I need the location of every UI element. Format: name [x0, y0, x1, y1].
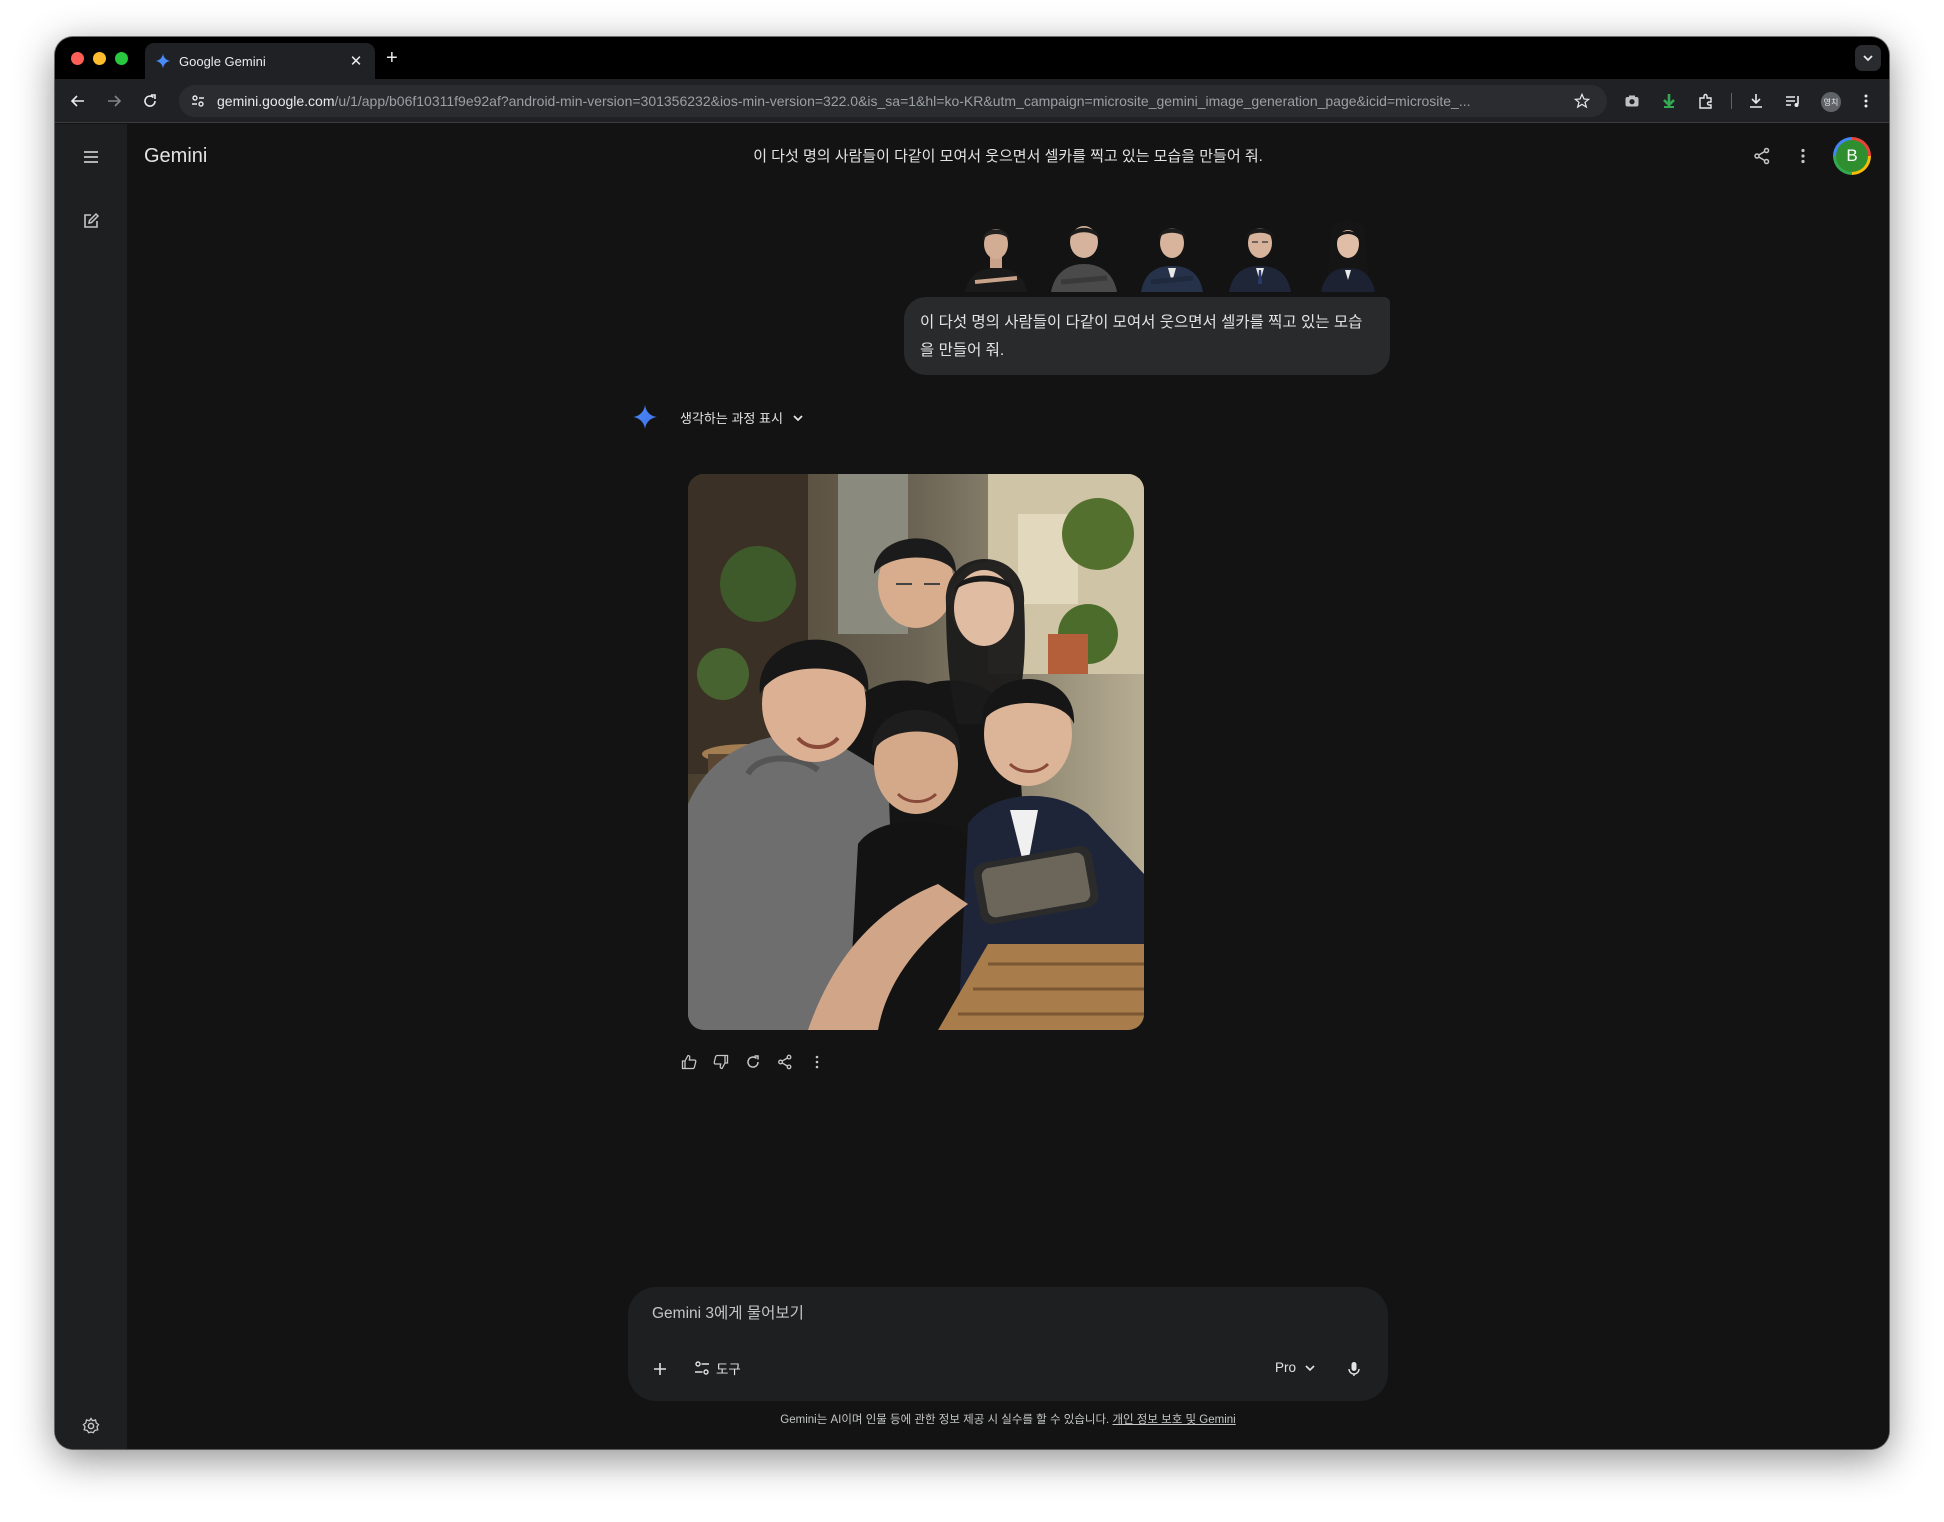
edit-icon	[84, 212, 100, 228]
thumb-down-icon	[713, 1054, 729, 1070]
url-text: gemini.google.com/u/1/app/b06f10311f9e92…	[217, 93, 1561, 109]
tab-strip: Google Gemini ✕ +	[55, 37, 1889, 79]
new-tab-button[interactable]: +	[386, 47, 398, 69]
media-controls-button[interactable]	[1782, 90, 1804, 112]
green-download-icon	[1663, 94, 1675, 108]
show-thinking-toggle[interactable]: 생각하는 과정 표시	[680, 408, 805, 427]
address-bar[interactable]: gemini.google.com/u/1/app/b06f10311f9e92…	[179, 85, 1607, 117]
browser-toolbar: gemini.google.com/u/1/app/b06f10311f9e92…	[55, 79, 1889, 123]
more-options-button[interactable]	[807, 1052, 827, 1072]
puzzle-icon	[1699, 93, 1712, 109]
new-chat-button[interactable]	[78, 208, 104, 234]
good-response-button[interactable]	[679, 1052, 699, 1072]
disclaimer-text: Gemini는 AI이며 인물 등에 관한 정보 제공 시 실수를 할 수 있습…	[55, 1411, 1889, 1427]
back-button[interactable]	[67, 90, 89, 112]
thumb-up-icon	[681, 1054, 697, 1070]
chevron-down-icon	[793, 414, 803, 421]
playlist-icon	[1786, 96, 1799, 107]
tab-title: Google Gemini	[179, 53, 266, 69]
prompt-input-box: 도구 Pro	[628, 1287, 1388, 1401]
response-actions	[679, 1052, 827, 1072]
vertical-dots-icon	[1801, 148, 1805, 164]
site-info-icon[interactable]	[187, 90, 209, 112]
regenerate-button[interactable]	[743, 1052, 763, 1072]
browser-menu-button[interactable]	[1855, 90, 1877, 112]
user-message-bubble: 이 다섯 명의 사람들이 다같이 모여서 웃으면서 셀카를 찍고 있는 모습을 …	[904, 297, 1390, 375]
tools-label: 도구	[716, 1362, 741, 1377]
download-icon	[1750, 94, 1762, 108]
model-label: Pro	[1274, 1360, 1296, 1375]
share-conversation-button[interactable]	[1750, 144, 1774, 168]
group-selfie-image	[688, 474, 1144, 1030]
microphone-button[interactable]	[1342, 1357, 1366, 1381]
reload-button[interactable]	[139, 90, 161, 112]
tools-button[interactable]: 도구	[694, 1358, 741, 1378]
gemini-favicon-icon	[155, 53, 171, 69]
tab-search-button[interactable]	[1855, 45, 1881, 71]
browser-window: Google Gemini ✕ + gemini.google.com/u/1/…	[55, 37, 1889, 1449]
generated-image[interactable]	[688, 474, 1144, 1030]
attachment-thumbnails	[961, 212, 1391, 292]
download-extension-button[interactable]	[1658, 90, 1680, 112]
privacy-link[interactable]: 개인 정보 보호 및 Gemini	[1112, 1414, 1235, 1426]
chevron-down-icon	[1863, 55, 1873, 62]
conversation-title: 이 다섯 명의 사람들이 다같이 모여서 웃으면서 셀카를 찍고 있는 모습을 …	[753, 148, 1263, 165]
forward-button[interactable]	[103, 90, 125, 112]
tab-close-icon[interactable]: ✕	[347, 52, 365, 70]
tools-icon	[695, 1361, 709, 1375]
maximize-window-button[interactable]	[115, 52, 128, 65]
reload-icon	[144, 94, 156, 107]
bookmark-star-icon[interactable]	[1571, 90, 1593, 112]
account-avatar[interactable]: B	[1833, 137, 1871, 175]
minimize-window-button[interactable]	[93, 52, 106, 65]
camera-icon	[1625, 95, 1639, 107]
extensions-button[interactable]	[1695, 90, 1717, 112]
back-arrow-icon	[70, 95, 84, 107]
close-window-button[interactable]	[71, 52, 84, 65]
conversation-menu-button[interactable]	[1791, 144, 1815, 168]
toolbar-divider	[1731, 93, 1732, 109]
gemini-spark-icon	[632, 404, 658, 430]
plus-icon	[654, 1363, 666, 1375]
side-rail	[55, 124, 127, 1449]
browser-profile-avatar[interactable]: 영치	[1821, 92, 1841, 112]
model-selector[interactable]: Pro	[1275, 1360, 1316, 1375]
attachment-person-4[interactable]	[1225, 212, 1295, 292]
attachment-person-5[interactable]	[1313, 212, 1383, 292]
share-icon	[778, 1054, 792, 1070]
vertical-dots-icon	[815, 1055, 819, 1069]
microphone-icon	[1348, 1362, 1360, 1376]
thinking-label: 생각하는 과정 표시	[680, 411, 783, 426]
screenshot-extension-button[interactable]	[1621, 90, 1643, 112]
add-attachment-button[interactable]	[648, 1357, 672, 1381]
regenerate-icon	[747, 1055, 759, 1068]
downloads-button[interactable]	[1745, 90, 1767, 112]
attachment-person-3[interactable]	[1137, 212, 1207, 292]
forward-arrow-icon	[108, 95, 122, 107]
attachment-person-1[interactable]	[961, 212, 1031, 292]
disclaimer-body: Gemini는 AI이며 인물 등에 관한 정보 제공 시 실수를 할 수 있습…	[780, 1414, 1113, 1426]
url-domain: gemini.google.com	[217, 93, 335, 109]
attachment-person-2[interactable]	[1049, 212, 1119, 292]
vertical-dots-icon	[1864, 94, 1868, 108]
chevron-down-icon	[1305, 1364, 1315, 1371]
bad-response-button[interactable]	[711, 1052, 731, 1072]
url-path: /u/1/app/b06f10311f9e92af?android-min-ve…	[334, 93, 1471, 109]
avatar-letter: B	[1836, 140, 1868, 172]
browser-tab[interactable]: Google Gemini ✕	[145, 43, 375, 79]
share-response-button[interactable]	[775, 1052, 795, 1072]
prompt-input[interactable]	[652, 1305, 1352, 1323]
gemini-app: Gemini 이 다섯 명의 사람들이 다같이 모여서 웃으면서 셀카를 찍고 …	[55, 124, 1889, 1449]
share-icon	[1754, 147, 1770, 165]
